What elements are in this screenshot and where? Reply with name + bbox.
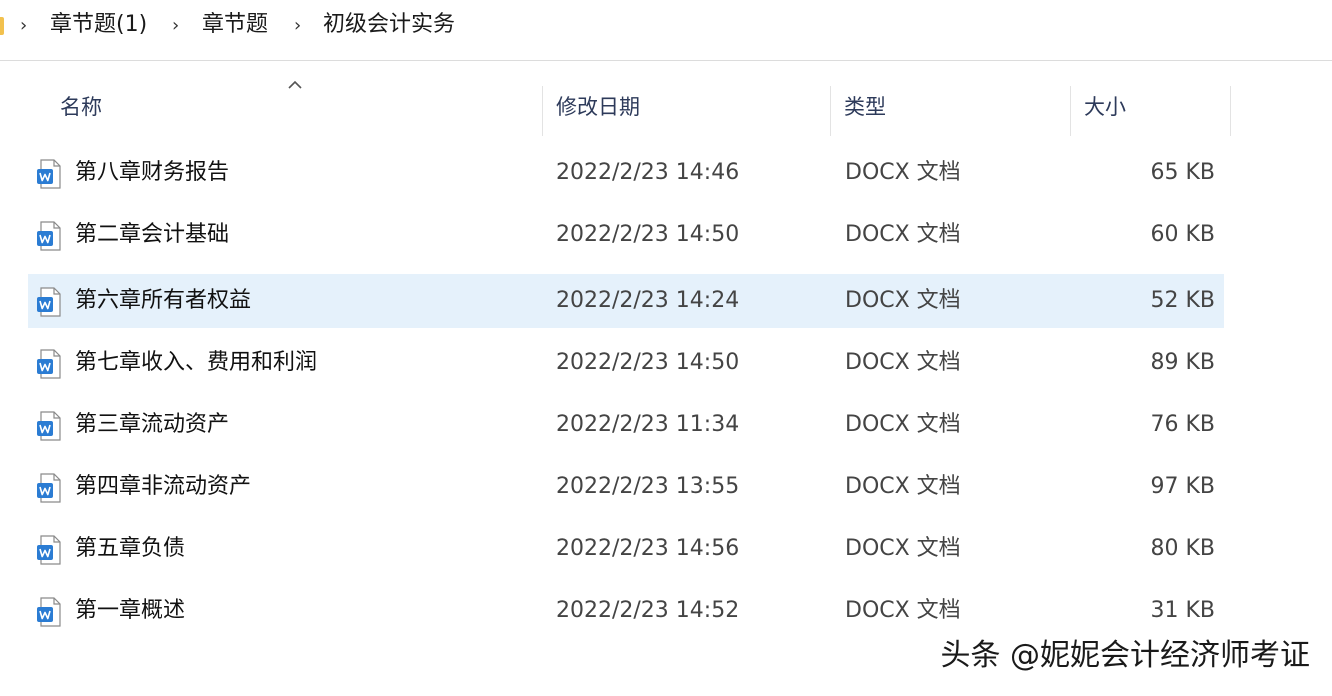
file-row[interactable]: 第八章财务报告 2022/2/23 14:46 DOCX 文档 65 KB	[28, 146, 1224, 200]
file-date: 2022/2/23 14:50	[556, 350, 740, 375]
breadcrumb: › 章节题(1) › 章节题 › 初级会计实务	[0, 0, 1332, 61]
file-name: 第六章所有者权益	[75, 288, 252, 313]
file-date: 2022/2/23 14:24	[556, 288, 740, 313]
column-header-date[interactable]: 修改日期	[556, 92, 640, 122]
file-explorer-window: › 章节题(1) › 章节题 › 初级会计实务 名称 修改日期 类型 大小 第八…	[0, 0, 1332, 696]
file-row[interactable]: 第三章流动资产 2022/2/23 11:34 DOCX 文档 76 KB	[28, 398, 1224, 452]
file-size: 76 KB	[1150, 412, 1215, 437]
column-divider[interactable]	[542, 86, 543, 136]
column-divider[interactable]	[1230, 86, 1231, 136]
file-name: 第二章会计基础	[75, 222, 230, 247]
file-row[interactable]: 第二章会计基础 2022/2/23 14:50 DOCX 文档 60 KB	[28, 208, 1224, 262]
file-type: DOCX 文档	[845, 222, 961, 247]
word-document-icon	[37, 411, 61, 441]
breadcrumb-item-1[interactable]: 章节题(1)	[50, 10, 147, 40]
file-row[interactable]: 第七章收入、费用和利润 2022/2/23 14:50 DOCX 文档 89 K…	[28, 336, 1224, 390]
file-row[interactable]: 第五章负债 2022/2/23 14:56 DOCX 文档 80 KB	[28, 522, 1224, 576]
column-header-row: 名称 修改日期 类型 大小	[0, 62, 1332, 136]
file-type: DOCX 文档	[845, 350, 961, 375]
file-size: 97 KB	[1150, 474, 1215, 499]
file-date: 2022/2/23 13:55	[556, 474, 740, 499]
file-name: 第七章收入、费用和利润	[75, 350, 318, 375]
folder-icon	[0, 17, 4, 35]
word-document-icon	[37, 597, 61, 627]
chevron-right-icon[interactable]: ›	[172, 14, 179, 38]
file-name: 第一章概述	[75, 598, 186, 623]
word-document-icon	[37, 535, 61, 565]
word-document-icon	[37, 473, 61, 503]
word-document-icon	[37, 349, 61, 379]
file-date: 2022/2/23 14:52	[556, 598, 740, 623]
word-document-icon	[37, 287, 61, 317]
file-size: 80 KB	[1150, 536, 1215, 561]
file-type: DOCX 文档	[845, 474, 961, 499]
file-date: 2022/2/23 14:50	[556, 222, 740, 247]
file-size: 31 KB	[1150, 598, 1215, 623]
word-document-icon	[37, 159, 61, 189]
column-header-size[interactable]: 大小	[1084, 92, 1126, 122]
file-row[interactable]: 第四章非流动资产 2022/2/23 13:55 DOCX 文档 97 KB	[28, 460, 1224, 514]
file-type: DOCX 文档	[845, 160, 961, 185]
file-name: 第八章财务报告	[75, 160, 230, 185]
breadcrumb-item-2[interactable]: 章节题	[202, 10, 268, 40]
file-size: 52 KB	[1150, 288, 1215, 313]
file-name: 第四章非流动资产	[75, 474, 252, 499]
column-divider[interactable]	[1070, 86, 1071, 136]
file-size: 89 KB	[1150, 350, 1215, 375]
file-type: DOCX 文档	[845, 412, 961, 437]
file-row-selected[interactable]: 第六章所有者权益 2022/2/23 14:24 DOCX 文档 52 KB	[28, 274, 1224, 328]
file-date: 2022/2/23 11:34	[556, 412, 740, 437]
column-header-type[interactable]: 类型	[844, 92, 886, 122]
chevron-right-icon[interactable]: ›	[20, 14, 27, 38]
file-name: 第三章流动资产	[75, 412, 230, 437]
file-type: DOCX 文档	[845, 598, 961, 623]
file-type: DOCX 文档	[845, 288, 961, 313]
file-name: 第五章负债	[75, 536, 186, 561]
file-row[interactable]: 第一章概述 2022/2/23 14:52 DOCX 文档 31 KB	[28, 584, 1224, 638]
sort-ascending-icon	[288, 80, 302, 89]
file-size: 60 KB	[1150, 222, 1215, 247]
file-size: 65 KB	[1150, 160, 1215, 185]
file-type: DOCX 文档	[845, 536, 961, 561]
file-date: 2022/2/23 14:56	[556, 536, 740, 561]
file-date: 2022/2/23 14:46	[556, 160, 740, 185]
chevron-right-icon[interactable]: ›	[294, 14, 301, 38]
column-header-name[interactable]: 名称	[60, 92, 102, 122]
word-document-icon	[37, 221, 61, 251]
breadcrumb-item-3[interactable]: 初级会计实务	[323, 10, 455, 40]
watermark-text: 头条 @妮妮会计经济师考证	[940, 638, 1310, 673]
column-divider[interactable]	[830, 86, 831, 136]
